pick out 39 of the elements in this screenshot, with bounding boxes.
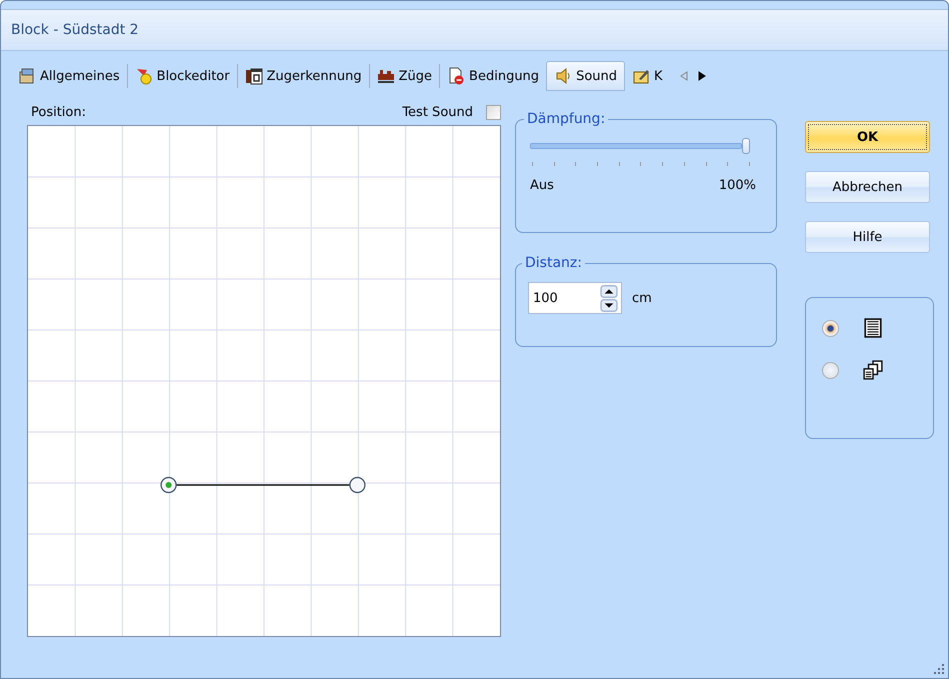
test-sound-checkbox[interactable] xyxy=(486,104,501,120)
medal-icon xyxy=(134,67,153,85)
spin-down-icon[interactable] xyxy=(600,298,618,312)
min-label: Aus xyxy=(530,178,554,193)
max-label: 100% xyxy=(718,178,756,193)
radio-button[interactable] xyxy=(822,320,839,336)
dialog-button[interactable]: Hilfe xyxy=(805,221,930,253)
resize-grip-icon[interactable] xyxy=(934,664,944,674)
dialog-button[interactable]: Abbrechen xyxy=(805,171,930,203)
dialog-button[interactable]: OK xyxy=(805,121,930,153)
speaker-icon xyxy=(554,67,572,85)
list-icon xyxy=(863,318,883,338)
tab[interactable]: K xyxy=(625,61,670,91)
spin-up-icon[interactable] xyxy=(600,284,618,298)
tab[interactable]: Blockeditor xyxy=(128,61,237,91)
stacked-pages-icon xyxy=(863,360,883,380)
pencil-icon xyxy=(632,67,650,85)
tab[interactable]: Sound xyxy=(546,61,625,91)
position-label: Position: xyxy=(31,104,86,120)
slider-thumb[interactable] xyxy=(742,138,750,154)
tab[interactable]: Zugerkennung xyxy=(238,61,369,91)
computer-icon xyxy=(18,67,36,85)
window-title: Block - Südstadt 2 xyxy=(11,22,139,38)
scroll-right-icon[interactable] xyxy=(698,71,706,81)
train-icon xyxy=(376,67,395,85)
document-icon xyxy=(447,67,466,85)
group-title: Dämpfung: xyxy=(526,111,606,128)
tab[interactable]: Züge xyxy=(370,61,440,91)
radio-button[interactable] xyxy=(822,362,839,378)
position-handle[interactable] xyxy=(349,476,366,494)
position-handle[interactable] xyxy=(160,476,177,494)
unit-label: cm xyxy=(632,290,652,306)
calendar-icon xyxy=(244,67,263,85)
group-title: Distanz: xyxy=(524,255,583,272)
damping-slider[interactable] xyxy=(530,138,752,154)
test-sound-label: Test Sound xyxy=(402,104,473,120)
tab[interactable]: Bedingung xyxy=(440,61,546,91)
tab[interactable]: Allgemeines xyxy=(11,61,127,91)
distance-spinbox[interactable]: 100 xyxy=(528,282,622,314)
